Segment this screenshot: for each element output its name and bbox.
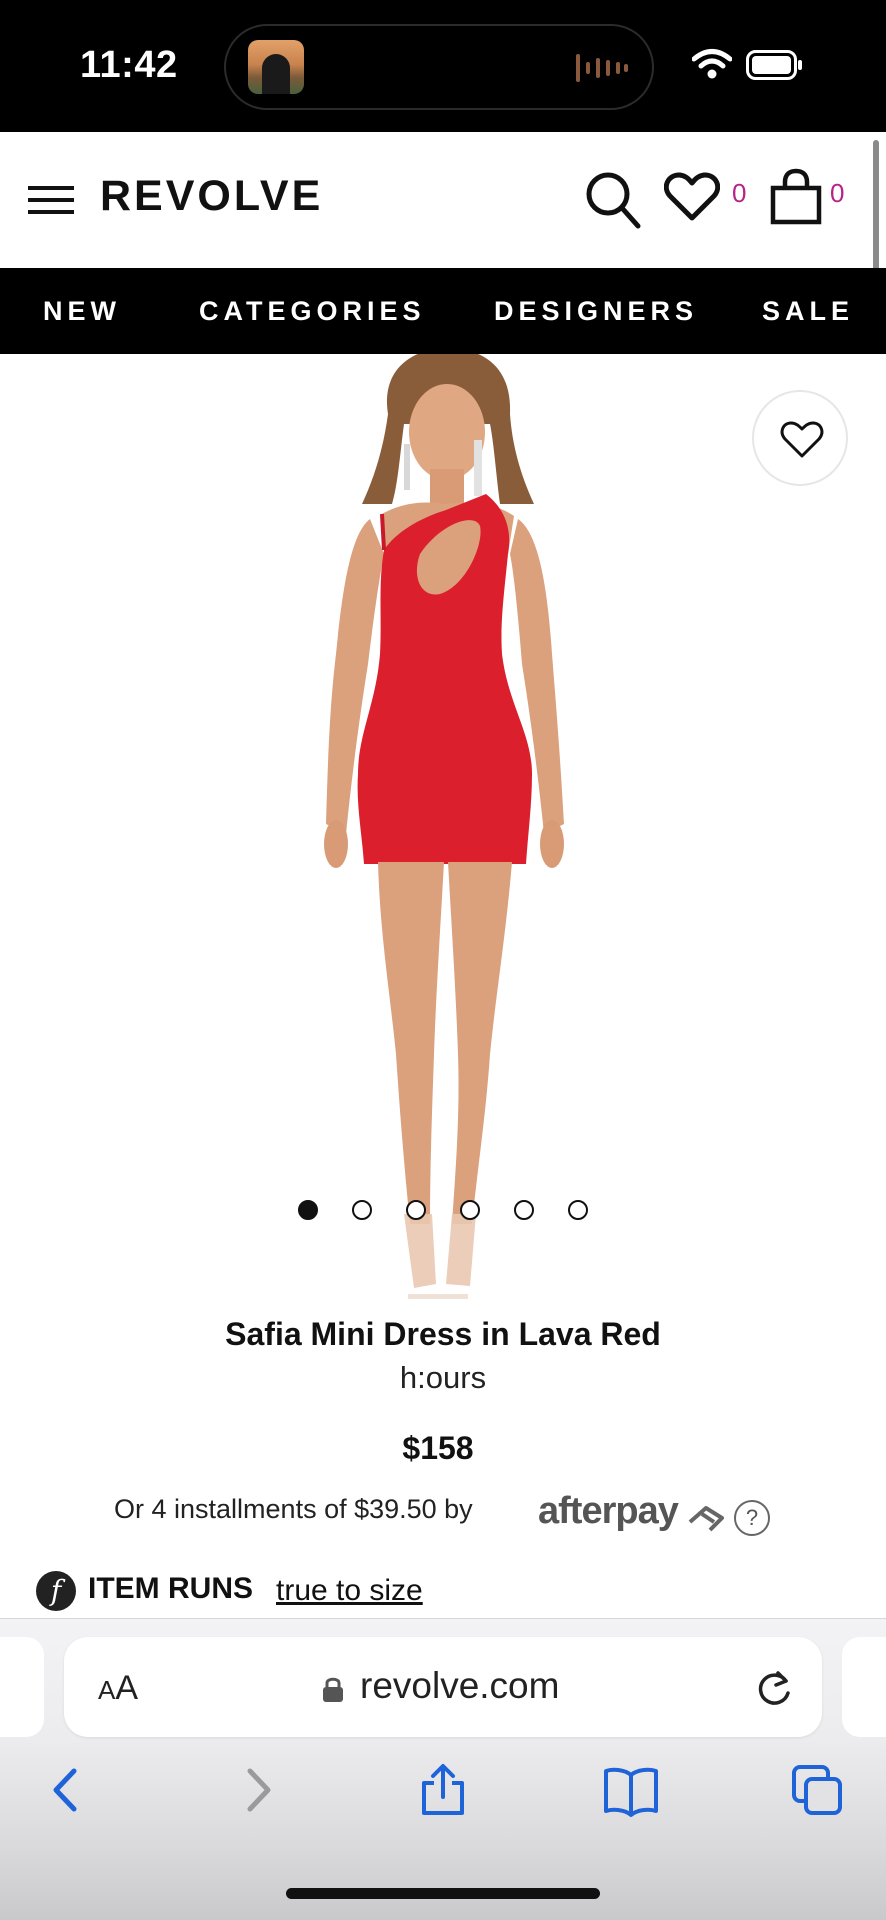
shopping-bag-icon[interactable] — [768, 168, 824, 226]
dynamic-island[interactable] — [224, 24, 654, 110]
address-bar[interactable]: AA revolve.com — [64, 1637, 822, 1737]
back-icon[interactable] — [46, 1763, 86, 1817]
page: 11:42 REVOLVE 0 0 NEW CATEGORIES DESIGNE… — [0, 0, 886, 1920]
heart-icon — [780, 421, 824, 458]
battery-icon — [746, 50, 802, 80]
status-time: 11:42 — [80, 44, 178, 86]
wishlist-count: 0 — [732, 178, 747, 208]
product-price: $158 — [402, 1430, 474, 1466]
menu-icon[interactable] — [28, 184, 76, 216]
home-indicator[interactable] — [286, 1888, 600, 1899]
bag-count: 0 — [830, 178, 845, 208]
pagination-dot-5[interactable] — [514, 1200, 534, 1220]
fit-label: ITEM RUNS — [88, 1572, 253, 1605]
wishlist-icon[interactable] — [664, 172, 720, 222]
image-pagination — [0, 1200, 886, 1224]
pagination-dot-3[interactable] — [406, 1200, 426, 1220]
status-bar: 11:42 — [0, 0, 886, 132]
nav-item-sale[interactable]: SALE — [762, 296, 854, 327]
installments-text: Or 4 installments of $39.50 by — [114, 1494, 473, 1524]
next-tab-preview[interactable] — [842, 1637, 886, 1737]
product-brand[interactable]: h:ours — [0, 1360, 886, 1396]
fit-predictor-icon: f — [36, 1571, 76, 1611]
site-logo[interactable]: REVOLVE — [100, 172, 323, 221]
fit-value-link[interactable]: true to size — [276, 1574, 423, 1608]
search-icon[interactable] — [584, 170, 642, 230]
lock-icon — [323, 1677, 343, 1702]
product-photo — [324, 354, 564, 1299]
bookmarks-icon[interactable] — [602, 1763, 660, 1817]
site-header: REVOLVE 0 0 — [0, 132, 886, 268]
tabs-icon[interactable] — [790, 1763, 844, 1817]
add-to-wishlist-button[interactable] — [752, 390, 848, 486]
wifi-icon — [692, 49, 732, 79]
nav-item-designers[interactable]: DESIGNERS — [494, 296, 698, 327]
pagination-dot-4[interactable] — [460, 1200, 480, 1220]
category-nav: NEW CATEGORIES DESIGNERS SALE — [0, 268, 886, 354]
afterpay-arrows-icon — [688, 1506, 724, 1532]
pagination-dot-2[interactable] — [352, 1200, 372, 1220]
nav-item-categories[interactable]: CATEGORIES — [199, 296, 426, 327]
afterpay-logo: afterpay — [538, 1490, 679, 1532]
url-domain[interactable]: revolve.com — [360, 1665, 559, 1707]
audio-waveform-icon — [576, 54, 628, 82]
product-title: Safia Mini Dress in Lava Red — [225, 1316, 661, 1352]
share-icon[interactable] — [418, 1763, 468, 1817]
reload-icon[interactable] — [754, 1667, 794, 1709]
nav-item-new[interactable]: NEW — [43, 296, 121, 327]
afterpay-help-icon[interactable]: ? — [734, 1500, 770, 1536]
now-playing-artwork — [248, 40, 304, 94]
pagination-dot-1[interactable] — [298, 1200, 318, 1220]
text-size-button[interactable]: AA — [98, 1669, 138, 1708]
pagination-dot-6[interactable] — [568, 1200, 588, 1220]
product-image-gallery[interactable] — [0, 354, 886, 1299]
previous-tab-preview[interactable] — [0, 1637, 44, 1737]
browser-toolbar: AA revolve.com — [0, 1618, 886, 1920]
forward-icon[interactable] — [238, 1763, 278, 1817]
